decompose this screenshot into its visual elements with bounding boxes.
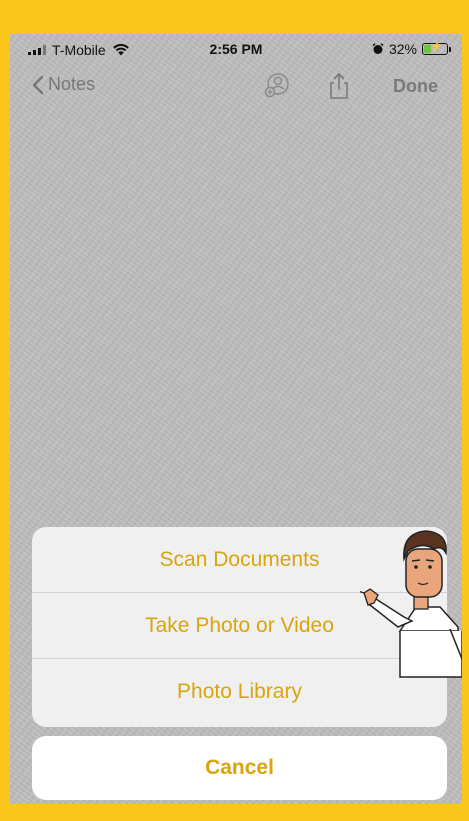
charging-bolt-icon: ⚡ [430, 42, 443, 53]
share-icon[interactable] [326, 72, 352, 100]
chevron-left-icon [32, 75, 44, 94]
status-bar: T-Mobile 2:56 PM 32% ⚡ [10, 34, 462, 64]
battery-icon: ⚡ [422, 42, 451, 55]
battery-percent: 32% [388, 41, 417, 57]
add-person-icon[interactable] [264, 72, 290, 100]
nav-bar: Notes Done [10, 72, 462, 106]
back-button[interactable]: Notes [32, 74, 95, 95]
frame: T-Mobile 2:56 PM 32% ⚡ Notes Done Scan D… [0, 0, 469, 821]
pointing-man-illustration [360, 530, 462, 678]
alarm-icon [372, 43, 384, 54]
battery-tip [449, 47, 451, 52]
cancel-button[interactable]: Cancel [32, 736, 447, 800]
nav-icons [264, 72, 352, 100]
status-right: 32% ⚡ [372, 41, 451, 57]
back-label: Notes [48, 74, 96, 94]
done-button[interactable]: Done [393, 76, 438, 97]
phone-screen: T-Mobile 2:56 PM 32% ⚡ Notes Done Scan D… [10, 34, 462, 804]
